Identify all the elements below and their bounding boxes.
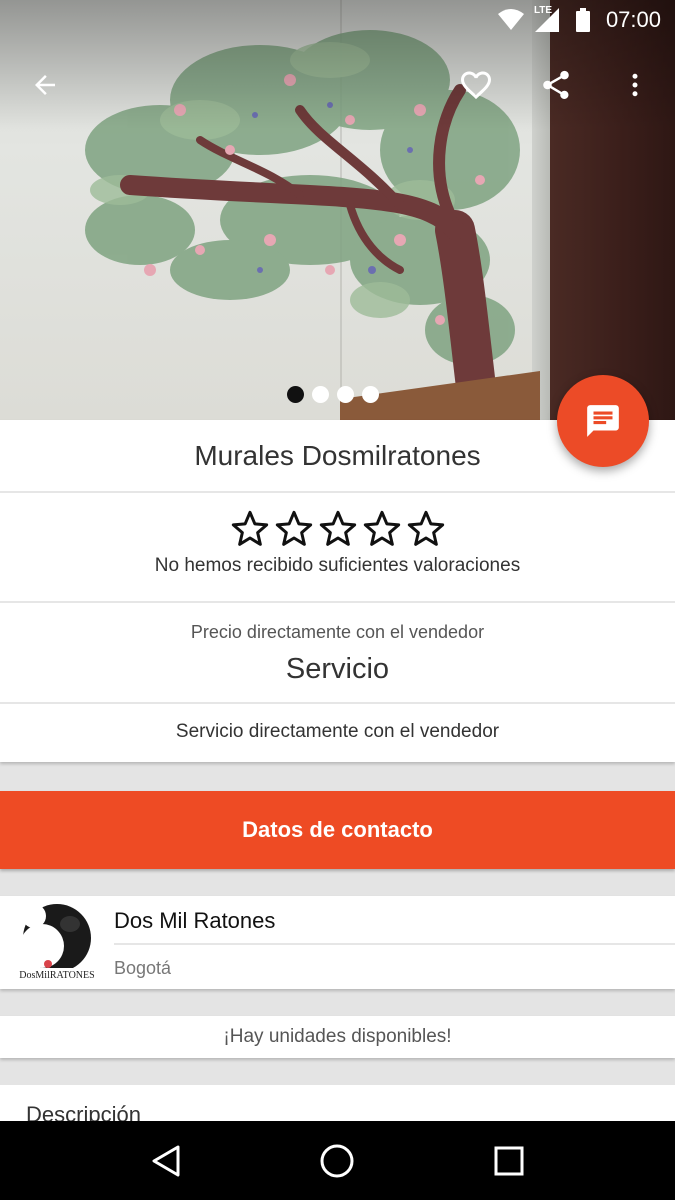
signal-icon: LTE xyxy=(533,5,560,33)
star-outline-icon xyxy=(407,510,444,546)
share-button[interactable] xyxy=(526,55,586,115)
wifi-icon xyxy=(497,7,524,33)
pager-dot[interactable] xyxy=(287,386,304,403)
square-recents-icon xyxy=(494,1146,524,1175)
star-outline-icon xyxy=(363,510,400,546)
heart-outline-icon xyxy=(461,71,491,100)
listing-card: Murales Dosmilratones No hemos recibido … xyxy=(0,420,675,762)
price-value: Servicio xyxy=(285,653,390,685)
circle-home-icon xyxy=(320,1144,354,1177)
pager-dot[interactable] xyxy=(362,386,379,403)
star-outline-icon xyxy=(231,510,268,546)
battery-icon xyxy=(570,7,596,33)
more-options-button[interactable] xyxy=(605,55,665,115)
price-section: Precio directamente con el vendedor Serv… xyxy=(0,603,675,704)
system-nav-bar xyxy=(0,1121,675,1200)
description-card: Descripción xyxy=(0,1085,675,1127)
star-rating[interactable] xyxy=(230,509,446,549)
service-note: Servicio directamente con el vendedor xyxy=(175,721,500,742)
favorite-button[interactable] xyxy=(446,55,506,115)
toolbar xyxy=(0,55,675,115)
pager-dot[interactable] xyxy=(312,386,329,403)
message-icon xyxy=(587,405,619,437)
seller-city: Bogotá xyxy=(114,958,172,978)
image-pager-indicator xyxy=(287,386,379,403)
more-vert-icon xyxy=(632,73,638,97)
seller-card[interactable]: DosMilRATONES Dos Mil Ratones Bogotá xyxy=(0,896,675,989)
nav-recents-button[interactable] xyxy=(479,1131,539,1191)
network-type: LTE xyxy=(533,5,553,16)
share-icon xyxy=(543,70,569,100)
star-outline-icon xyxy=(275,510,312,546)
chat-fab-button[interactable] xyxy=(557,375,649,467)
availability-notice: ¡Hay unidades disponibles! xyxy=(0,1016,675,1058)
star-outline-icon xyxy=(319,510,356,546)
rating-section: No hemos recibido suficientes valoracion… xyxy=(0,493,675,603)
rating-text: No hemos recibido suficientes valoracion… xyxy=(154,555,521,576)
nav-home-button[interactable] xyxy=(307,1131,367,1191)
divider xyxy=(114,943,675,945)
contact-info-button[interactable]: Datos de contacto xyxy=(0,791,675,869)
price-label: Precio directamente con el vendedor xyxy=(190,622,485,642)
status-bar: LTE 07:00 xyxy=(0,0,675,40)
nav-back-button[interactable] xyxy=(136,1131,196,1191)
clock: 07:00 xyxy=(605,7,661,32)
pager-dot[interactable] xyxy=(337,386,354,403)
seller-logo-text: DosMilRATONES xyxy=(19,970,95,981)
back-button[interactable] xyxy=(15,55,75,115)
triangle-back-icon xyxy=(152,1145,180,1176)
seller-name: Dos Mil Ratones xyxy=(114,908,276,933)
arrow-back-icon xyxy=(35,75,55,95)
